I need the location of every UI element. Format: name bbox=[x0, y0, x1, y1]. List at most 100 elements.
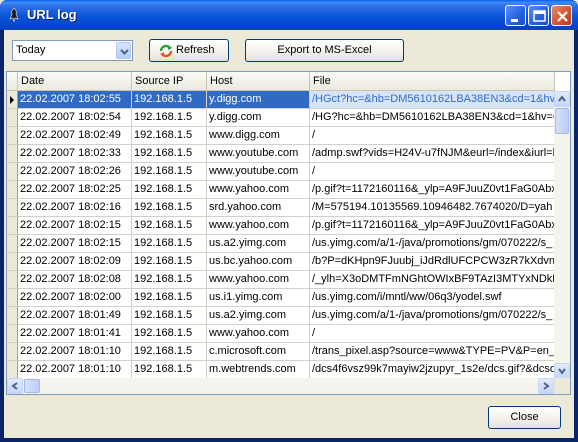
cell-date[interactable]: 22.02.2007 18:02:54 bbox=[18, 109, 132, 127]
cell-date[interactable]: 22.02.2007 18:01:49 bbox=[18, 307, 132, 325]
horizontal-scrollbar[interactable] bbox=[7, 378, 554, 394]
row-header[interactable] bbox=[7, 127, 18, 145]
column-header-source-ip[interactable]: Source IP bbox=[132, 72, 207, 91]
cell-file[interactable]: /HGct?hc=&hb=DM5610162LBA38EN3&cd=1&hv= bbox=[310, 91, 555, 109]
cell-date[interactable]: 22.02.2007 18:02:33 bbox=[18, 145, 132, 163]
cell-date[interactable]: 22.02.2007 18:02:00 bbox=[18, 289, 132, 307]
dropdown-button[interactable] bbox=[116, 42, 131, 59]
cell-date[interactable]: 22.02.2007 18:01:10 bbox=[18, 361, 132, 379]
cell-date[interactable]: 22.02.2007 18:02:26 bbox=[18, 163, 132, 181]
cell-host[interactable]: srd.yahoo.com bbox=[207, 199, 310, 217]
vertical-scrollbar[interactable] bbox=[554, 91, 570, 379]
cell-source-ip[interactable]: 192.168.1.5 bbox=[132, 199, 207, 217]
cell-file[interactable]: /us.yimg.com/i/mntl/ww/06q3/yodel.swf bbox=[310, 289, 555, 307]
row-header[interactable] bbox=[7, 235, 18, 253]
cell-file[interactable]: /dcs4f6vsz99k7mayiw2jzupyr_1s2e/dcs.gif?… bbox=[310, 361, 555, 379]
cell-source-ip[interactable]: 192.168.1.5 bbox=[132, 271, 207, 289]
cell-source-ip[interactable]: 192.168.1.5 bbox=[132, 181, 207, 199]
cell-date[interactable]: 22.02.2007 18:02:16 bbox=[18, 199, 132, 217]
cell-date[interactable]: 22.02.2007 18:02:09 bbox=[18, 253, 132, 271]
cell-host[interactable]: www.youtube.com bbox=[207, 145, 310, 163]
cell-source-ip[interactable]: 192.168.1.5 bbox=[132, 289, 207, 307]
maximize-button[interactable] bbox=[528, 5, 549, 26]
cell-file[interactable]: /p.gif?t=1172160116&_ylp=A9FJuuZ0vt1FaG0… bbox=[310, 217, 555, 235]
cell-source-ip[interactable]: 192.168.1.5 bbox=[132, 145, 207, 163]
cell-host[interactable]: www.yahoo.com bbox=[207, 271, 310, 289]
cell-host[interactable]: www.youtube.com bbox=[207, 163, 310, 181]
cell-file[interactable]: /b?P=dKHpn9FJuubj_iJdRdlUFCPCW3zR7kXdvnQ… bbox=[310, 253, 555, 271]
cell-file[interactable]: /_ylh=X3oDMTFmNGhtOWIxBF9TAzI3MTYxNDkEcG bbox=[310, 271, 555, 289]
horizontal-scroll-thumb[interactable] bbox=[24, 379, 40, 393]
cell-host[interactable]: c.microsoft.com bbox=[207, 343, 310, 361]
cell-date[interactable]: 22.02.2007 18:02:25 bbox=[18, 181, 132, 199]
cell-source-ip[interactable]: 192.168.1.5 bbox=[132, 343, 207, 361]
cell-source-ip[interactable]: 192.168.1.5 bbox=[132, 91, 207, 109]
cell-host[interactable]: us.a2.yimg.com bbox=[207, 307, 310, 325]
row-header[interactable] bbox=[7, 307, 18, 325]
url-log-table[interactable]: Date Source IP Host File 22.02.2007 18:0… bbox=[6, 71, 571, 395]
cell-host[interactable]: us.bc.yahoo.com bbox=[207, 253, 310, 271]
cell-file[interactable]: /HG?hc=&hb=DM5610162LBA38EN3&cd=1&hv=68 bbox=[310, 109, 555, 127]
cell-host[interactable]: m.webtrends.com bbox=[207, 361, 310, 379]
row-header[interactable] bbox=[7, 181, 18, 199]
minimize-button[interactable] bbox=[505, 5, 526, 26]
cell-date[interactable]: 22.02.2007 18:02:55 bbox=[18, 91, 132, 109]
row-header[interactable] bbox=[7, 145, 18, 163]
refresh-button[interactable]: Refresh bbox=[149, 39, 229, 62]
row-header[interactable] bbox=[7, 163, 18, 181]
cell-source-ip[interactable]: 192.168.1.5 bbox=[132, 361, 207, 379]
row-header[interactable] bbox=[7, 325, 18, 343]
cell-file[interactable]: / bbox=[310, 163, 555, 181]
row-header[interactable] bbox=[7, 271, 18, 289]
cell-source-ip[interactable]: 192.168.1.5 bbox=[132, 163, 207, 181]
column-header-host[interactable]: Host bbox=[207, 72, 310, 91]
cell-file[interactable]: /trans_pixel.asp?source=www&TYPE=PV&P=en… bbox=[310, 343, 555, 361]
vertical-scroll-thumb[interactable] bbox=[555, 108, 569, 134]
cell-host[interactable]: www.yahoo.com bbox=[207, 217, 310, 235]
cell-host[interactable]: us.i1.yimg.com bbox=[207, 289, 310, 307]
cell-source-ip[interactable]: 192.168.1.5 bbox=[132, 307, 207, 325]
cell-source-ip[interactable]: 192.168.1.5 bbox=[132, 109, 207, 127]
row-header[interactable] bbox=[7, 253, 18, 271]
cell-date[interactable]: 22.02.2007 18:02:15 bbox=[18, 235, 132, 253]
cell-host[interactable]: y.digg.com bbox=[207, 109, 310, 127]
cell-file[interactable]: /admp.swf?vids=H24V-u7fNJM&eurl=/index&i… bbox=[310, 145, 555, 163]
cell-host[interactable]: www.yahoo.com bbox=[207, 325, 310, 343]
cell-host[interactable]: www.digg.com bbox=[207, 127, 310, 145]
column-header-file[interactable]: File bbox=[310, 72, 555, 91]
cell-source-ip[interactable]: 192.168.1.5 bbox=[132, 253, 207, 271]
cell-file[interactable]: / bbox=[310, 127, 555, 145]
export-excel-button[interactable]: Export to MS-Excel bbox=[245, 39, 404, 62]
row-header[interactable] bbox=[7, 289, 18, 307]
row-header[interactable] bbox=[7, 217, 18, 235]
scroll-left-button[interactable] bbox=[7, 378, 23, 394]
scroll-right-button[interactable] bbox=[538, 378, 554, 394]
cell-source-ip[interactable]: 192.168.1.5 bbox=[132, 235, 207, 253]
cell-file[interactable]: /p.gif?t=1172160116&_ylp=A9FJuuZ0vt1FaG0… bbox=[310, 181, 555, 199]
cell-source-ip[interactable]: 192.168.1.5 bbox=[132, 325, 207, 343]
scroll-down-button[interactable] bbox=[554, 363, 570, 379]
cell-file[interactable]: /M=575194.10135569.10946482.7674020/D=ya… bbox=[310, 199, 555, 217]
cell-file[interactable]: / bbox=[310, 325, 555, 343]
cell-date[interactable]: 22.02.2007 18:01:41 bbox=[18, 325, 132, 343]
cell-host[interactable]: www.yahoo.com bbox=[207, 181, 310, 199]
row-header[interactable] bbox=[7, 91, 18, 109]
column-header-date[interactable]: Date bbox=[18, 72, 132, 91]
cell-file[interactable]: /us.yimg.com/a/1-/java/promotions/gm/070… bbox=[310, 235, 555, 253]
cell-source-ip[interactable]: 192.168.1.5 bbox=[132, 217, 207, 235]
close-window-button[interactable] bbox=[551, 5, 572, 26]
cell-host[interactable]: y.digg.com bbox=[207, 91, 310, 109]
cell-date[interactable]: 22.02.2007 18:01:10 bbox=[18, 343, 132, 361]
cell-date[interactable]: 22.02.2007 18:02:08 bbox=[18, 271, 132, 289]
row-header[interactable] bbox=[7, 361, 18, 379]
row-header[interactable] bbox=[7, 199, 18, 217]
cell-date[interactable]: 22.02.2007 18:02:15 bbox=[18, 217, 132, 235]
row-header[interactable] bbox=[7, 343, 18, 361]
cell-date[interactable]: 22.02.2007 18:02:49 bbox=[18, 127, 132, 145]
period-dropdown[interactable]: Today bbox=[12, 40, 133, 61]
scroll-up-button[interactable] bbox=[554, 91, 570, 107]
cell-source-ip[interactable]: 192.168.1.5 bbox=[132, 127, 207, 145]
close-button[interactable]: Close bbox=[488, 406, 561, 429]
title-bar[interactable]: URL log bbox=[0, 0, 578, 30]
cell-host[interactable]: us.a2.yimg.com bbox=[207, 235, 310, 253]
